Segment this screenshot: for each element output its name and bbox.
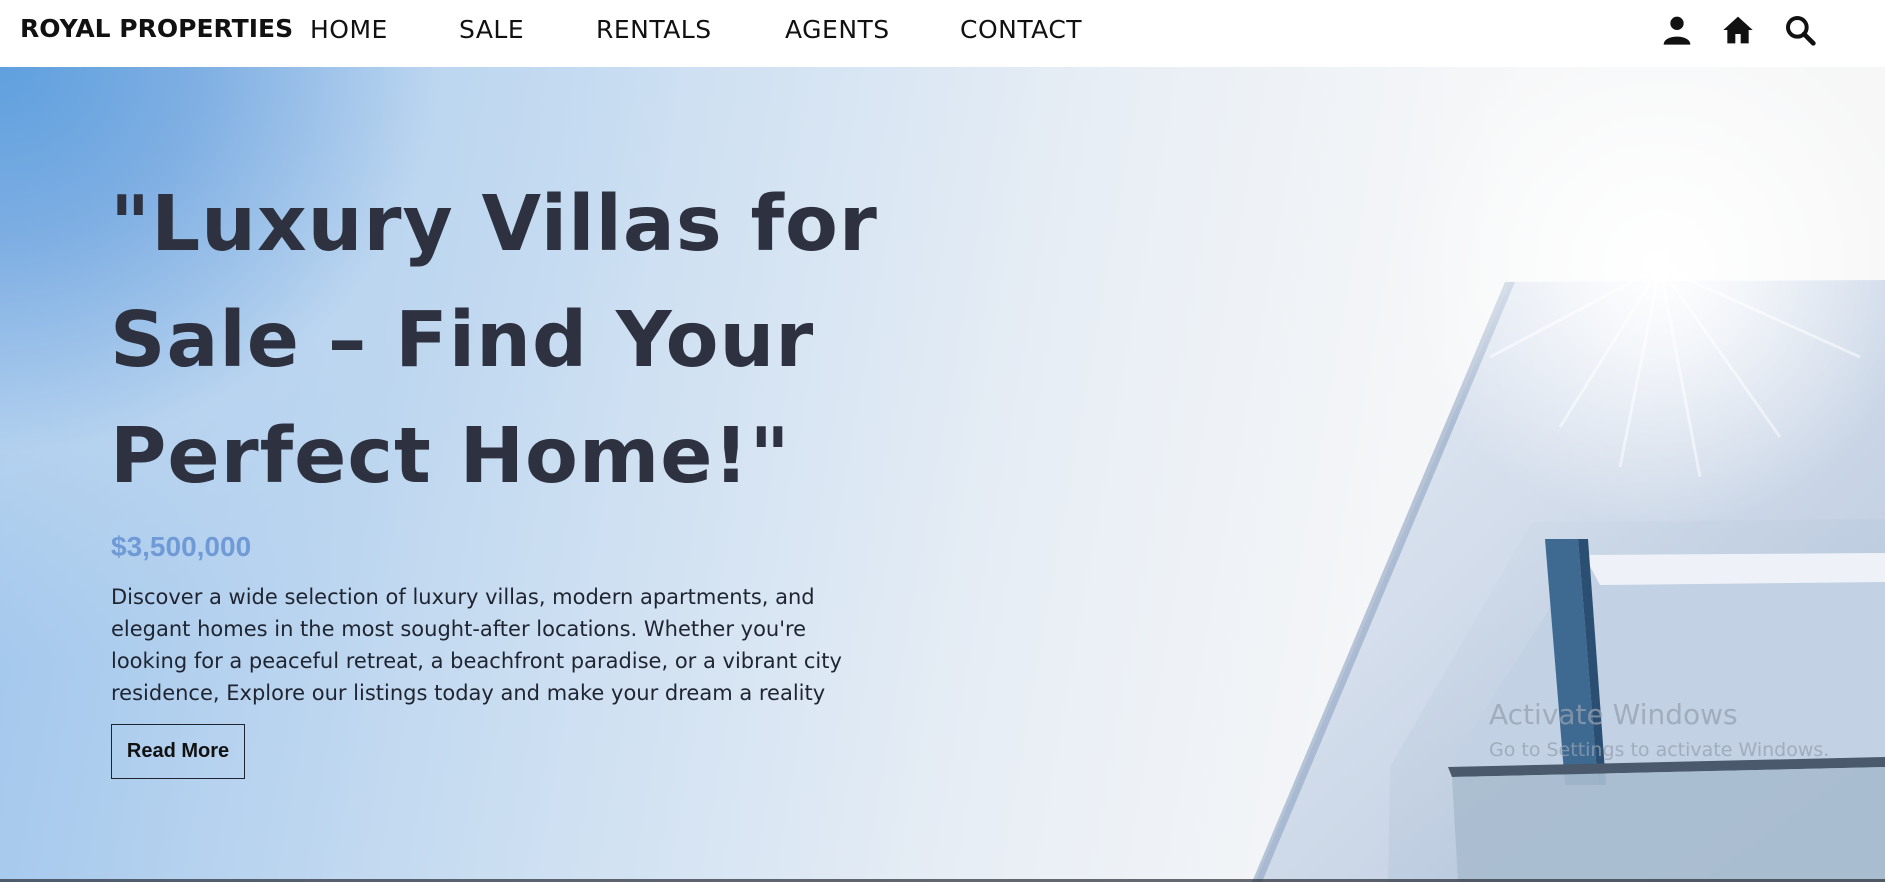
- nav-link-agents[interactable]: AGENTS: [785, 15, 890, 44]
- nav-link-sale[interactable]: SALE: [459, 15, 524, 44]
- nav-link-home[interactable]: HOME: [310, 15, 388, 44]
- read-more-button[interactable]: Read More: [111, 724, 245, 779]
- hero-title: "Luxury Villas for Sale – Find Your Perf…: [110, 180, 878, 501]
- hero-price: $3,500,000: [111, 531, 252, 562]
- home-icon[interactable]: [1722, 14, 1754, 46]
- hero-description: Discover a wide selection of luxury vill…: [111, 585, 842, 705]
- user-icon[interactable]: [1661, 14, 1693, 46]
- brand-logo[interactable]: ROYAL PROPERTIES: [20, 14, 293, 43]
- nav-link-contact[interactable]: CONTACT: [960, 15, 1082, 44]
- top-navbar: ROYAL PROPERTIES HOME SALE RENTALS AGENT…: [0, 0, 1885, 67]
- search-icon[interactable]: [1784, 14, 1816, 46]
- nav-link-rentals[interactable]: RENTALS: [596, 15, 712, 44]
- hero-section: "Luxury Villas for Sale – Find Your Perf…: [0, 67, 1885, 882]
